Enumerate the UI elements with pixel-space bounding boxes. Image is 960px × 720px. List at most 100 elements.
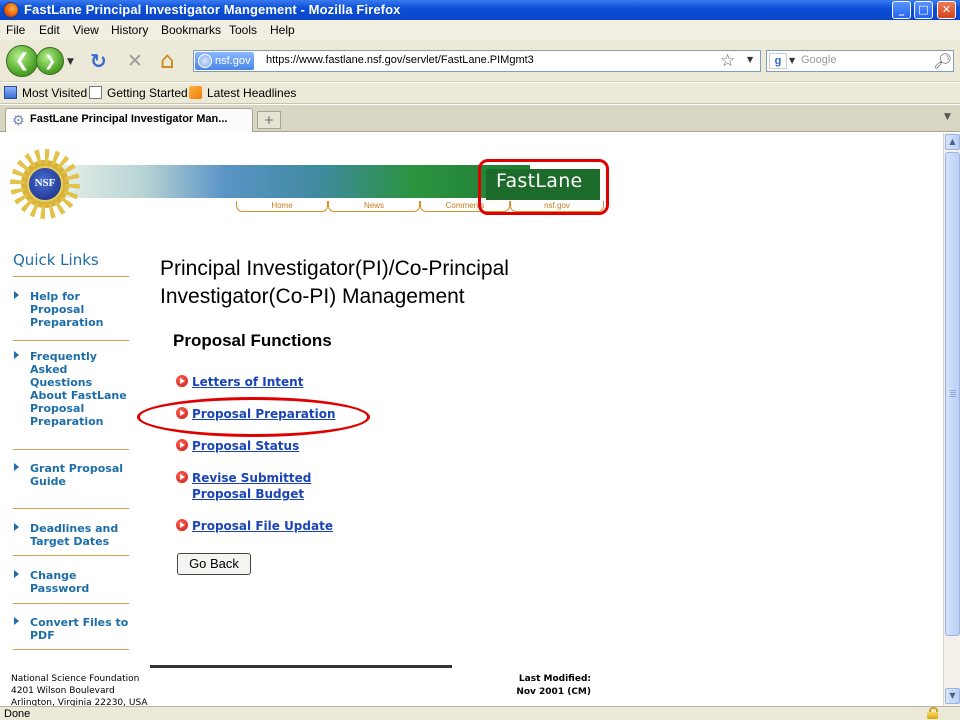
annotation-highlight-oval — [137, 397, 370, 437]
nsf-logo-text: NSF — [34, 177, 56, 189]
scrollbar-thumb[interactable] — [945, 152, 960, 636]
menu-bar: File Edit View History Bookmarks Tools H… — [0, 20, 960, 40]
back-button[interactable]: ❮ — [6, 45, 38, 77]
nsf-logo[interactable]: NSF — [10, 149, 80, 219]
most-visited-icon — [4, 86, 17, 99]
footer-last-modified: Last Modified: Nov 2001 (CM) — [505, 673, 591, 699]
reload-icon[interactable]: ↻ — [90, 50, 107, 72]
arrow-right-icon — [14, 351, 19, 359]
banner-tab-home[interactable]: Home — [236, 201, 328, 212]
google-icon[interactable]: g — [769, 53, 787, 69]
function-link[interactable]: Proposal File Update — [192, 518, 392, 534]
bookmark-getting-started[interactable]: Getting Started — [89, 86, 188, 100]
menu-tools[interactable]: Tools — [229, 23, 257, 37]
page-title: Principal Investigator(PI)/Co-Principal … — [160, 257, 509, 308]
quick-link-label[interactable]: Deadlines and Target Dates — [30, 522, 130, 548]
home-icon[interactable]: ⌂ — [160, 50, 175, 73]
close-window-button[interactable]: ✕ — [937, 1, 956, 19]
last-modified-value: Nov 2001 (CM) — [516, 687, 591, 697]
arrow-bullet-icon — [176, 471, 188, 483]
divider — [13, 603, 129, 604]
quick-link-label[interactable]: Convert Files to PDF — [30, 616, 130, 642]
url-dropdown-icon[interactable]: ▼ — [747, 55, 753, 64]
function-link[interactable]: Revise Submitted Proposal Budget — [192, 470, 372, 502]
divider — [13, 276, 129, 277]
arrow-bullet-icon — [176, 439, 188, 451]
tab-fastlane[interactable]: ⚙ FastLane Principal Investigator Man... — [5, 108, 253, 132]
bookmark-label: Most Visited — [22, 86, 88, 100]
divider — [13, 449, 129, 450]
tab-strip: ⚙ FastLane Principal Investigator Man...… — [0, 105, 960, 132]
arrow-right-icon — [14, 463, 19, 471]
site-identity-label: nsf.gov — [215, 55, 251, 67]
menu-bookmarks[interactable]: Bookmarks — [161, 23, 221, 37]
function-link[interactable]: Letters of Intent — [192, 374, 392, 390]
lock-icon[interactable] — [927, 707, 938, 719]
address-bar[interactable]: nsf.gov https://www.fastlane.nsf.gov/ser… — [193, 50, 761, 72]
quick-link-label[interactable]: Grant Proposal Guide — [30, 462, 130, 488]
search-icon[interactable]: 🔎︎ — [933, 52, 952, 70]
arrow-right-icon — [14, 523, 19, 531]
footer-address-line2: Arlington, Virginia 22230, USA — [11, 698, 148, 706]
search-input[interactable]: Google — [801, 54, 836, 66]
divider — [13, 649, 129, 650]
banner-background — [60, 165, 530, 198]
status-bar: Done — [0, 706, 960, 720]
tab-label: FastLane Principal Investigator Man... — [30, 113, 228, 125]
rss-icon — [189, 86, 202, 99]
bookmarks-toolbar: Most Visited Getting Started Latest Head… — [0, 83, 960, 104]
tab-list-dropdown-icon[interactable]: ▼ — [944, 112, 951, 122]
last-modified-label: Last Modified: — [518, 674, 591, 684]
vertical-scrollbar[interactable]: ▲ ▼ — [943, 133, 960, 706]
minimize-button[interactable]: _ — [892, 1, 911, 19]
window-title-bar: FastLane Principal Investigator Mangemen… — [0, 0, 960, 20]
globe-icon — [198, 54, 212, 68]
scroll-up-button[interactable]: ▲ — [945, 134, 960, 150]
arrow-right-icon — [14, 570, 19, 578]
quick-link-label[interactable]: Help for Proposal Preparation — [30, 290, 130, 329]
section-title: Proposal Functions — [173, 331, 332, 350]
bookmark-most-visited[interactable]: Most Visited — [4, 86, 87, 100]
divider — [13, 508, 129, 509]
footer-address-line1: 4201 Wilson Boulevard — [11, 686, 115, 696]
menu-view[interactable]: View — [73, 23, 99, 37]
annotation-highlight-rect — [478, 159, 609, 215]
bookmark-label: Latest Headlines — [207, 86, 297, 100]
history-dropdown-icon[interactable]: ▼ — [67, 57, 74, 67]
url-text[interactable]: https://www.fastlane.nsf.gov/servlet/Fas… — [266, 54, 534, 66]
window-title: FastLane Principal Investigator Mangemen… — [24, 2, 401, 17]
search-bar[interactable]: g ▼ Google 🔎︎ — [766, 50, 954, 72]
search-engine-dropdown-icon[interactable]: ▼ — [789, 56, 795, 65]
maximize-button[interactable]: □ — [914, 1, 933, 19]
menu-help[interactable]: Help — [270, 23, 295, 37]
bookmark-latest-headlines[interactable]: Latest Headlines — [189, 86, 296, 100]
new-tab-button[interactable]: + — [257, 111, 281, 129]
firefox-icon — [3, 2, 19, 18]
quick-link-label[interactable]: Change Password — [30, 569, 130, 595]
banner-tab-news[interactable]: News — [328, 201, 420, 212]
arrow-bullet-icon — [176, 375, 188, 387]
site-identity-button[interactable]: nsf.gov — [195, 52, 255, 70]
footer-org: National Science Foundation — [11, 674, 140, 684]
page-icon — [89, 86, 102, 99]
forward-button[interactable]: ❯ — [36, 47, 64, 75]
status-text: Done — [4, 708, 31, 720]
quick-link-label[interactable]: Frequently Asked Questions About FastLan… — [30, 350, 130, 428]
function-link[interactable]: Proposal Status — [192, 438, 392, 454]
scroll-down-button[interactable]: ▼ — [945, 688, 960, 704]
menu-history[interactable]: History — [111, 23, 148, 37]
divider — [13, 340, 129, 341]
footer-address: National Science Foundation 4201 Wilson … — [11, 673, 148, 706]
scrollbar-grip-icon — [950, 390, 956, 398]
gear-icon: ⚙ — [12, 113, 25, 129]
footer-divider — [150, 665, 452, 668]
divider — [13, 555, 129, 556]
bookmark-star-icon[interactable]: ☆ — [720, 51, 735, 71]
page-content: NSF FastLane Home News Comments nsf.gov … — [0, 133, 943, 706]
stop-icon[interactable]: ✕ — [127, 50, 143, 72]
bookmark-label: Getting Started — [107, 86, 188, 100]
navigation-toolbar: ❮ ❯ ▼ ↻ ✕ ⌂ nsf.gov https://www.fastlane… — [0, 40, 960, 82]
menu-edit[interactable]: Edit — [39, 23, 60, 37]
go-back-button[interactable]: Go Back — [177, 553, 251, 575]
menu-file[interactable]: File — [6, 23, 25, 37]
